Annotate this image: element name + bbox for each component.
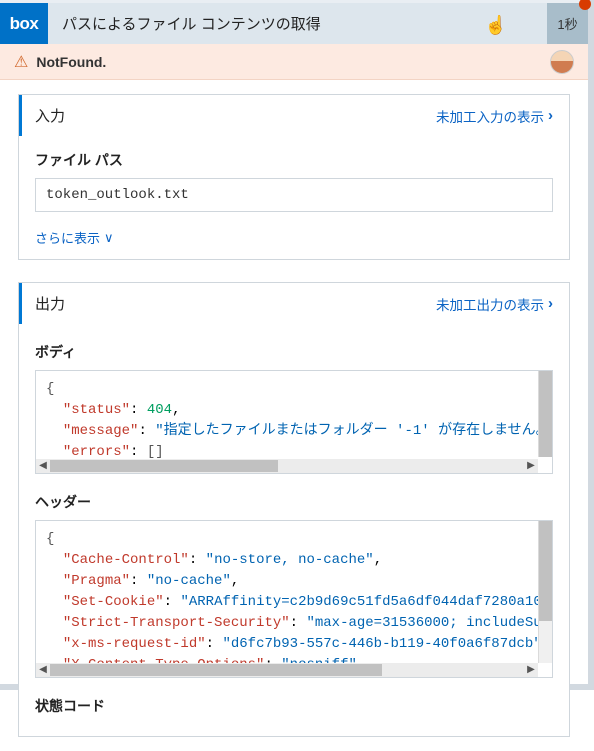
scroll-left-icon[interactable]: ◀ xyxy=(36,663,50,677)
input-card-title: 入力 xyxy=(35,105,65,126)
headers-json-box[interactable]: { "Cache-Control": "no-store, no-cache",… xyxy=(35,520,553,678)
output-card: 出力 未加工出力の表示 › ボディ { "status": 404, "mess… xyxy=(18,282,570,737)
show-raw-input-text: 未加工入力の表示 xyxy=(436,106,544,126)
show-raw-input-link[interactable]: 未加工入力の表示 › xyxy=(436,106,553,126)
scroll-right-icon[interactable]: ▶ xyxy=(524,663,538,677)
box-logo: box xyxy=(0,3,48,44)
show-more-text: さらに表示 xyxy=(35,228,100,247)
file-path-label: ファイル パス xyxy=(35,150,553,170)
error-text: NotFound. xyxy=(36,54,106,70)
show-more-link[interactable]: さらに表示 ∨ xyxy=(35,228,553,247)
v-scrollbar[interactable] xyxy=(538,371,552,457)
pointer-cursor-icon: ☝ xyxy=(485,15,507,36)
page-title[interactable]: パスによるファイル コンテンツの取得 ☝ xyxy=(48,3,547,44)
error-bar: ⚠ NotFound. xyxy=(0,44,588,80)
v-scrollbar[interactable] xyxy=(538,521,552,663)
chevron-down-icon: ∨ xyxy=(104,230,114,246)
body-label: ボディ xyxy=(35,342,553,362)
status-code-label: 状態コード xyxy=(35,696,553,716)
warning-icon: ⚠ xyxy=(14,52,28,72)
show-raw-output-link[interactable]: 未加工出力の表示 › xyxy=(436,294,553,314)
header-bar: box パスによるファイル コンテンツの取得 ☝ 1秒 xyxy=(0,0,588,44)
avatar[interactable] xyxy=(550,50,574,74)
scroll-left-icon[interactable]: ◀ xyxy=(36,459,50,473)
scroll-right-icon[interactable]: ▶ xyxy=(524,459,538,473)
chevron-right-icon: › xyxy=(548,295,553,312)
body-json-box[interactable]: { "status": 404, "message": "指定したファイルまたは… xyxy=(35,370,553,474)
input-card: 入力 未加工入力の表示 › ファイル パス さらに表示 ∨ xyxy=(18,94,570,260)
page-title-text: パスによるファイル コンテンツの取得 xyxy=(62,13,321,34)
h-scrollbar[interactable]: ◀ ▶ xyxy=(36,459,538,473)
timing-text: 1秒 xyxy=(557,14,577,33)
headers-label: ヘッダー xyxy=(35,492,553,512)
notification-dot-icon xyxy=(579,0,591,10)
file-path-input[interactable] xyxy=(35,178,553,212)
h-scrollbar[interactable]: ◀ ▶ xyxy=(36,663,538,677)
show-raw-output-text: 未加工出力の表示 xyxy=(436,294,544,314)
timing-badge[interactable]: 1秒 xyxy=(547,3,588,44)
output-card-title: 出力 xyxy=(35,293,65,314)
chevron-right-icon: › xyxy=(548,107,553,124)
